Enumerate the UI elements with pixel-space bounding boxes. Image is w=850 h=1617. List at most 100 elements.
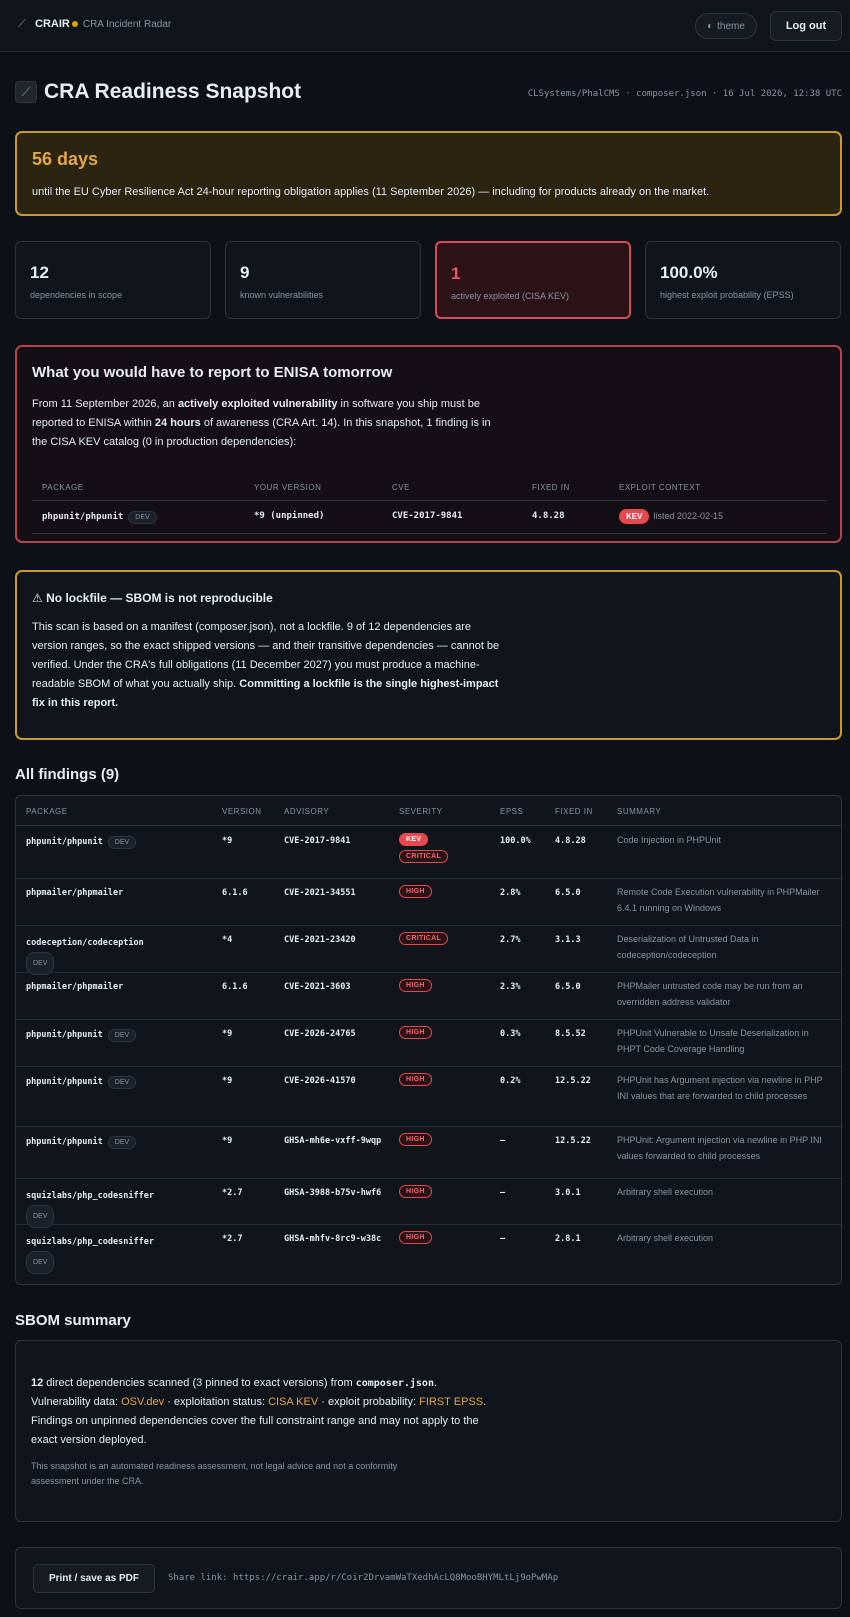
exploit-context-cell: KEV listed 2022-02-15 bbox=[619, 509, 723, 524]
first-epss-link[interactable]: FIRST EPSS bbox=[419, 1396, 483, 1408]
countdown-days: 56 days bbox=[32, 149, 99, 169]
half-circle-icon: ◐ bbox=[707, 20, 714, 32]
report-table-header: PACKAGE YOUR VERSION CVE FIXED IN EXPLOI… bbox=[32, 473, 827, 501]
finding-row: phpunit/phpunit DEV *9 CVE-2026-41570 HIGH 0.… bbox=[16, 1067, 841, 1127]
report-text: From 11 September 2026, an bbox=[32, 398, 178, 410]
package-name: phpmailer/phpmailer bbox=[26, 888, 124, 898]
report-emphasis: 24 hours bbox=[154, 417, 201, 429]
col-cve: CVE bbox=[392, 483, 410, 492]
disclaimer: This snapshot is an automated readiness … bbox=[31, 1461, 398, 1486]
advisory-cell[interactable]: CVE-2017-9841 bbox=[284, 833, 384, 849]
stat-card-dependencies: 12 dependencies in scope bbox=[15, 241, 211, 319]
summary-cell: Deserialization of Untrusted Data in cod… bbox=[617, 934, 759, 960]
severity-cell: HIGH bbox=[399, 1231, 432, 1244]
share-link[interactable]: Share link: https://crair.app/r/Coir2Drv… bbox=[168, 1573, 558, 1583]
package-cell: phpunit/phpunit DEV bbox=[26, 1136, 216, 1149]
fixed-cell: 2.8.1 bbox=[555, 1234, 581, 1244]
version-cell: *9 (unpinned) bbox=[254, 511, 325, 521]
version-cell: *2.7 bbox=[222, 1188, 243, 1198]
advisory-cell[interactable]: GHSA-mhfv-8rc9-w38c bbox=[284, 1231, 384, 1247]
summary-cell: Remote Code Execution vulnerability in P… bbox=[617, 887, 820, 913]
col-your-version: YOUR VERSION bbox=[254, 483, 322, 492]
dev-badge: DEV bbox=[107, 1076, 137, 1089]
version-cell: *4 bbox=[222, 935, 233, 945]
osv-link[interactable]: OSV.dev bbox=[121, 1396, 164, 1408]
stat-card-exploited: 1 actively exploited (CISA KEV) bbox=[435, 241, 631, 319]
advisory-cell[interactable]: CVE-2021-3603 bbox=[284, 979, 384, 995]
summary-cell: Arbitrary shell execution bbox=[617, 1233, 714, 1243]
sbom-text: · exploitation status: bbox=[164, 1396, 269, 1408]
stat-label: known vulnerabilities bbox=[240, 290, 324, 300]
severity-badge: CRITICAL bbox=[399, 932, 449, 945]
severity-cell: KEV CRITICAL bbox=[399, 833, 449, 863]
brand-subtitle: CRA Incident Radar bbox=[82, 18, 172, 30]
version-cell: *9 bbox=[222, 1076, 233, 1086]
package-cell: phpunit/phpunit DEV bbox=[26, 836, 216, 849]
print-bar: Print / save as PDF Share link: https://… bbox=[15, 1547, 842, 1609]
brand[interactable]: ⟋ CRAIR CRA Incident Radar bbox=[18, 18, 171, 30]
dev-badge: DEV bbox=[26, 1251, 55, 1274]
sbom-body: 12 direct dependencies scanned (3 pinned… bbox=[31, 1374, 491, 1450]
dev-badge: DEV bbox=[107, 836, 137, 849]
severity-badge: HIGH bbox=[399, 1026, 432, 1039]
top-bar: ⟋ CRAIR CRA Incident Radar ◐ theme Log o… bbox=[0, 0, 850, 52]
sbom-text: · exploit probability: bbox=[318, 1396, 420, 1408]
advisory-cell[interactable]: GHSA-3988-b75v-hwf6 bbox=[284, 1185, 384, 1201]
stat-label: highest exploit probability (EPSS) bbox=[660, 290, 794, 300]
package-cell: phpunit/phpunit DEV bbox=[26, 1029, 216, 1042]
package-cell: phpunit/phpunit DEV bbox=[26, 1076, 216, 1089]
severity-cell: HIGH bbox=[399, 1133, 432, 1146]
col-epss: EPSS bbox=[500, 807, 524, 816]
brand-name: CRAIR bbox=[35, 18, 70, 30]
package-name: squizlabs/php_codesniffer bbox=[26, 1191, 154, 1201]
version-cell: 6.1.6 bbox=[222, 888, 248, 898]
severity-badge: HIGH bbox=[399, 885, 432, 898]
warning-body: This scan is based on a manifest (compos… bbox=[32, 618, 502, 713]
advisory-cell[interactable]: CVE-2026-24765 bbox=[284, 1026, 384, 1042]
finding-row: phpmailer/phpmailer 6.1.6 CVE-2021-3603 HIG… bbox=[16, 973, 841, 1020]
report-body: From 11 September 2026, an actively expl… bbox=[32, 395, 502, 452]
stat-label: dependencies in scope bbox=[30, 290, 123, 300]
theme-label: theme bbox=[717, 20, 745, 32]
epss-cell: 0.3% bbox=[500, 1029, 521, 1039]
snapshot-meta: CLSystems/PhalCMS · composer.json · 16 J… bbox=[527, 89, 842, 99]
sbom-card: 12 direct dependencies scanned (3 pinned… bbox=[15, 1340, 842, 1522]
logout-button[interactable]: Log out bbox=[770, 11, 842, 41]
stat-card-vulnerabilities: 9 known vulnerabilities bbox=[225, 241, 421, 319]
radar-icon: ⟋ bbox=[18, 18, 26, 30]
fixed-cell: 3.1.3 bbox=[555, 935, 581, 945]
advisory-cell[interactable]: CVE-2026-41570 bbox=[284, 1073, 384, 1089]
epss-cell: 2.8% bbox=[500, 888, 521, 898]
dev-badge: DEV bbox=[107, 1029, 137, 1042]
cisa-kev-link[interactable]: CISA KEV bbox=[268, 1396, 318, 1408]
summary-cell: PHPUnit has Argument injection via newli… bbox=[617, 1075, 823, 1101]
theme-toggle-button[interactable]: ◐ theme bbox=[695, 13, 757, 39]
summary-cell: Arbitrary shell execution bbox=[617, 1187, 714, 1197]
kev-badge: KEV bbox=[619, 509, 650, 524]
epss-cell: – bbox=[500, 1188, 506, 1198]
stat-label: actively exploited (CISA KEV) bbox=[451, 291, 570, 301]
cve-cell: CVE-2017-9841 bbox=[392, 511, 463, 521]
report-title: What you would have to report to ENISA t… bbox=[32, 364, 393, 381]
advisory-cell[interactable]: GHSA-mh6e-vxff-9wqp bbox=[284, 1133, 384, 1149]
version-cell: *2.7 bbox=[222, 1234, 243, 1244]
epss-cell: – bbox=[500, 1136, 506, 1146]
version-cell: *9 bbox=[222, 1136, 233, 1146]
stat-value: 9 bbox=[240, 263, 250, 282]
advisory-cell[interactable]: CVE-2021-23420 bbox=[284, 932, 384, 948]
package-cell: phpmailer/phpmailer bbox=[26, 982, 216, 992]
severity-badge: CRITICAL bbox=[399, 850, 449, 863]
advisory-cell[interactable]: CVE-2021-34551 bbox=[284, 885, 384, 901]
print-button[interactable]: Print / save as PDF bbox=[33, 1564, 155, 1593]
col-summary: SUMMARY bbox=[617, 807, 662, 816]
summary-cell: PHPUnit Vulnerable to Unsafe Deserializa… bbox=[617, 1028, 809, 1054]
col-severity: SEVERITY bbox=[399, 807, 443, 816]
fixed-cell: 3.0.1 bbox=[555, 1188, 581, 1198]
dev-badge: DEV bbox=[128, 511, 157, 524]
sbom-file: composer.json bbox=[355, 1378, 434, 1389]
epss-cell: 2.3% bbox=[500, 982, 521, 992]
severity-badge: HIGH bbox=[399, 1073, 432, 1086]
finding-row: phpmailer/phpmailer 6.1.6 CVE-2021-34551 HI… bbox=[16, 879, 841, 926]
findings-title: All findings (9) bbox=[15, 766, 120, 783]
fixed-cell: 6.5.0 bbox=[555, 982, 581, 992]
